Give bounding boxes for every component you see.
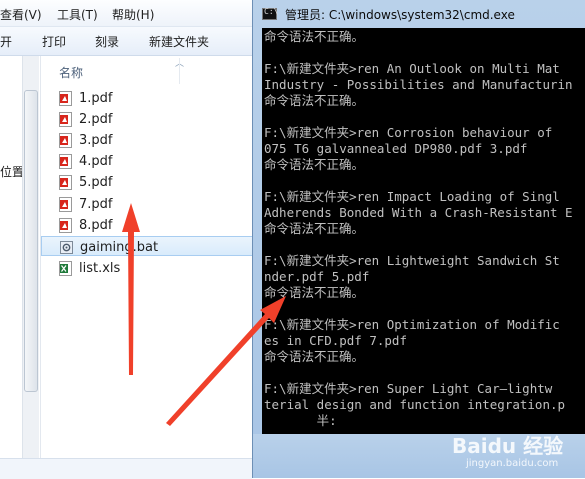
pdf-icon [59,133,72,148]
console-line: F:\新建文件夹>ren An Outlook on Multi Mat [264,61,560,76]
cmd-title: 管理员: C:\windows\system32\cmd.exe [285,8,515,22]
bat-icon [60,240,73,255]
console-line: 半: [264,413,337,428]
file-row[interactable]: gaiming.bat [41,236,255,256]
console-line: F:\新建文件夹>ren Lightweight Sandwich St [264,253,560,268]
file-row[interactable]: 7.pdf [41,194,255,214]
pdf-icon [59,112,72,127]
file-name: 2.pdf [79,112,113,127]
baidu-watermark: Baidu 经验 jingyan.baidu.com [452,430,582,476]
console-line: 命令语法不正确。 [264,29,365,44]
console-line: F:\新建文件夹>ren Super Light Car—lightw [264,381,553,396]
console-line: es in CFD.pdf 7.pdf [264,333,407,348]
console-line: 命令语法不正确。 [264,93,365,108]
console-output[interactable]: 命令语法不正确。 F:\新建文件夹>ren An Outlook on Multi… [262,28,585,434]
cmd-icon: C:\ [262,7,279,20]
cmd-icon-text: C:\ [264,7,279,16]
file-name: gaiming.bat [80,240,159,255]
console-line: F:\新建文件夹>ren Impact Loading of Singl [264,189,560,204]
console-line: 命令语法不正确。 [264,349,365,364]
pdf-icon [59,218,72,233]
console-line: 命令语法不正确。 [264,157,365,172]
column-name-header[interactable]: 名称 [59,64,83,81]
file-row[interactable]: 2.pdf [41,109,255,129]
cmd-title-bar[interactable]: C:\ 管理员: C:\windows\system32\cmd.exe [253,0,585,28]
file-row[interactable]: list.xls [41,258,255,278]
nav-scrollbar-thumb[interactable] [24,90,38,392]
status-bar [0,458,252,479]
file-name: 1.pdf [79,91,113,106]
file-row[interactable]: 1.pdf [41,88,255,108]
print-button[interactable]: 打印 [42,33,66,50]
excel-icon [59,261,72,276]
file-name: 4.pdf [79,154,113,169]
file-name: 7.pdf [79,197,113,212]
file-row[interactable]: 4.pdf [41,151,255,171]
file-name: 8.pdf [79,218,113,233]
open-button[interactable]: 开 [0,33,12,50]
file-name: 3.pdf [79,133,113,148]
cmd-window: C:\ 管理员: C:\windows\system32\cmd.exe 命令语… [252,0,585,478]
console-line: Adherends Bonded With a Crash-Resistant … [264,205,573,220]
watermark-brand: Baidu 经验 [452,434,564,458]
watermark-site: jingyan.baidu.com [466,458,559,469]
pdf-icon [59,154,72,169]
file-name: 5.pdf [79,175,113,190]
burn-button[interactable]: 刻录 [95,33,119,50]
menu-view[interactable]: 查看(V) [0,6,42,23]
new-folder-button[interactable]: 新建文件夹 [149,33,209,50]
console-line: nder.pdf 5.pdf [264,269,370,284]
pdf-icon [59,197,72,212]
nav-label-location[interactable]: 位置 [0,163,24,180]
menu-tools[interactable]: 工具(T) [57,6,98,23]
console-line: F:\新建文件夹>ren Optimization of Modific [264,317,560,332]
file-row[interactable]: 3.pdf [41,130,255,150]
menu-help[interactable]: 帮助(H) [112,6,154,23]
console-line: 命令语法不正确。 [264,285,365,300]
pdf-icon [59,175,72,190]
console-line: 075 T6 galvannealed DP980.pdf 3.pdf [264,141,528,156]
file-row[interactable]: 8.pdf [41,215,255,235]
console-line: 命令语法不正确。 [264,221,365,236]
file-row[interactable]: 5.pdf [41,172,255,192]
file-name: list.xls [79,261,121,276]
console-line: Industry - Possibilities and Manufacturi… [264,77,573,92]
console-line: F:\新建文件夹>ren Corrosion behaviour of [264,125,553,140]
pdf-icon [59,91,72,106]
column-separator[interactable] [179,58,180,84]
console-line: terial design and function integration.p [264,397,566,412]
